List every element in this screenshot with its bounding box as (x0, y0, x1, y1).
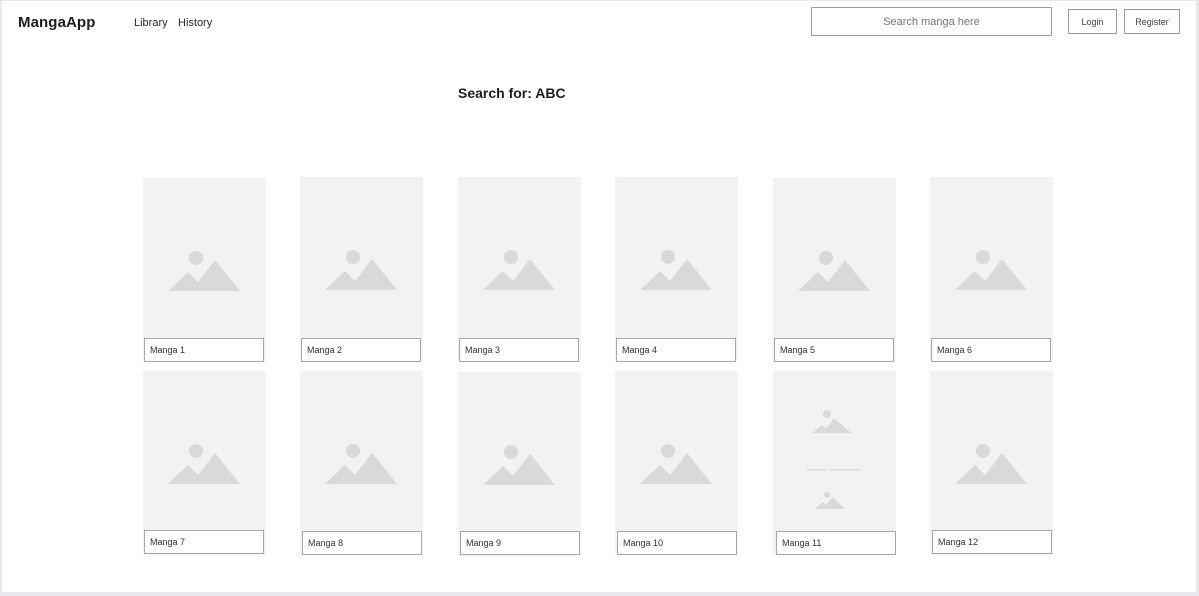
manga-card[interactable]: Manga 9 (458, 372, 581, 556)
manga-title: Manga 12 (932, 530, 1052, 554)
manga-card[interactable]: Manga 4 (615, 177, 738, 362)
image-placeholder-icon (640, 250, 712, 290)
image-placeholder-icon (955, 444, 1027, 484)
image-placeholder-icon (640, 444, 712, 484)
manga-title: Manga 9 (460, 531, 580, 555)
search-results-heading: Search for: ABC (458, 85, 566, 101)
manga-title: Manga 8 (302, 531, 422, 555)
image-placeholder-icon (955, 250, 1027, 290)
image-placeholder-icon (168, 251, 240, 291)
manga-title: Manga 6 (931, 338, 1051, 362)
manga-title: Manga 1 (144, 338, 264, 362)
register-button[interactable]: Register (1124, 9, 1180, 34)
manga-card[interactable]: Manga 3 (458, 177, 581, 362)
manga-title: Manga 11 (776, 531, 896, 555)
app-logo[interactable]: MangaApp (18, 14, 95, 31)
manga-card[interactable]: Manga 5 (773, 178, 896, 362)
image-placeholder-icon (325, 250, 397, 290)
manga-card[interactable]: Manga 11 (773, 371, 896, 555)
manga-title: Manga 2 (301, 338, 421, 362)
manga-card[interactable]: Manga 2 (300, 177, 423, 362)
manga-title: Manga 5 (774, 338, 894, 362)
search-input[interactable] (811, 7, 1052, 36)
nav-link-history[interactable]: History (178, 17, 212, 29)
manga-title: Manga 10 (617, 531, 737, 555)
manga-card[interactable]: Manga 1 (143, 178, 266, 362)
nav-link-library[interactable]: Library (134, 17, 168, 29)
manga-card[interactable]: Manga 12 (930, 371, 1053, 555)
image-placeholder-icon (168, 444, 240, 484)
image-placeholder-icon (483, 250, 555, 290)
image-placeholder-icon (483, 445, 555, 485)
manga-title: Manga 7 (144, 530, 264, 554)
login-button[interactable]: Login (1068, 9, 1117, 34)
image-placeholder-icon (798, 251, 870, 291)
image-gallery-placeholder-icon (807, 410, 861, 509)
manga-card[interactable]: Manga 8 (300, 371, 423, 555)
page: MangaApp Library History Login Register … (2, 1, 1196, 592)
manga-card[interactable]: Manga 6 (930, 177, 1053, 362)
manga-title: Manga 3 (459, 338, 579, 362)
manga-card[interactable]: Manga 7 (143, 371, 266, 555)
manga-card[interactable]: Manga 10 (615, 371, 738, 555)
manga-title: Manga 4 (616, 338, 736, 362)
image-placeholder-icon (325, 444, 397, 484)
